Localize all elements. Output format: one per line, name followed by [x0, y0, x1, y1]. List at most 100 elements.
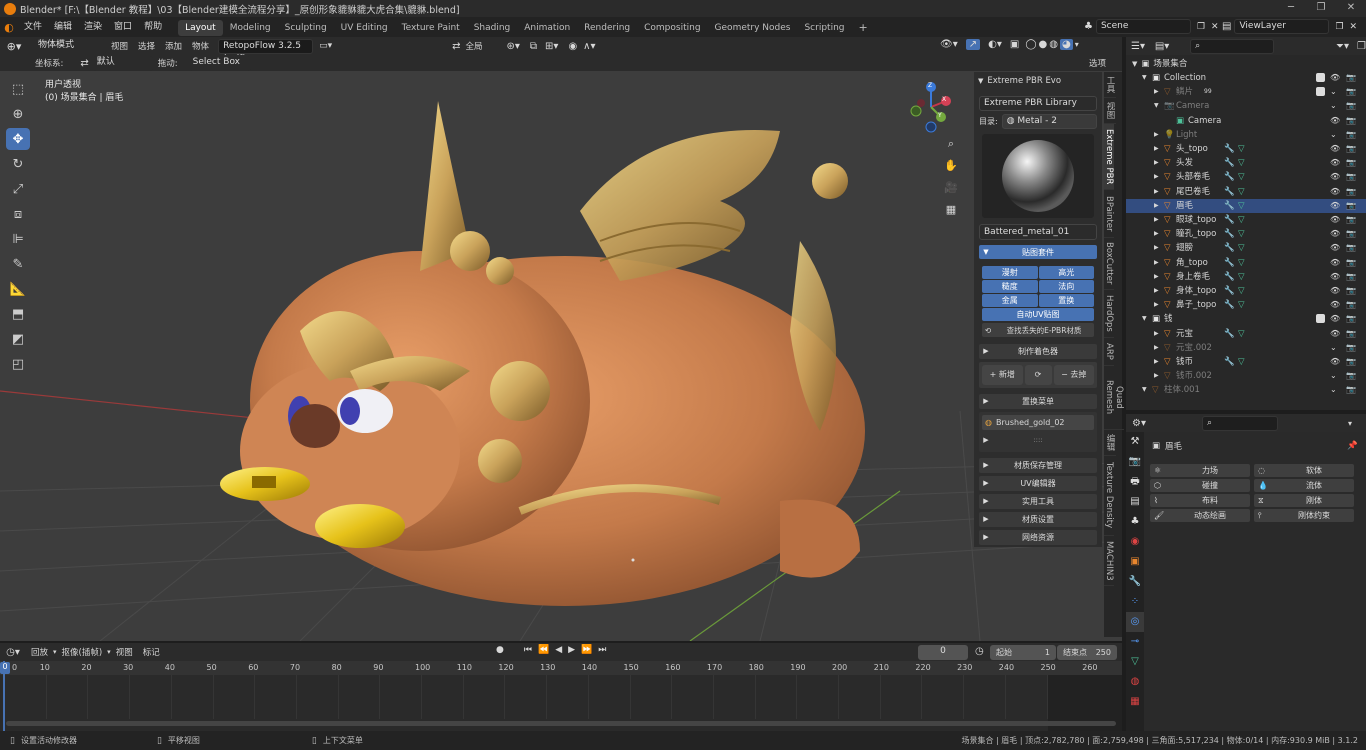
- playhead-frame[interactable]: 0: [0, 662, 10, 674]
- render-camera-icon[interactable]: 📷: [1346, 256, 1356, 270]
- menu-file[interactable]: 文件: [18, 17, 48, 37]
- expand-arrow-icon[interactable]: ▶: [1154, 213, 1159, 227]
- outliner-search[interactable]: ⌕: [1190, 38, 1274, 54]
- texture-props-icon[interactable]: ▦: [1126, 692, 1144, 712]
- annotate-tool[interactable]: ✎: [6, 253, 30, 275]
- outliner-row[interactable]: ▶ ▽ 翅膀 🔧 ▽ 👁 📷: [1126, 241, 1366, 255]
- pixiu-model[interactable]: [220, 101, 865, 606]
- expand-arrow-icon[interactable]: ▶: [1154, 227, 1159, 241]
- render-camera-icon[interactable]: 📷: [1346, 185, 1356, 199]
- roughness-button[interactable]: 糙度: [982, 280, 1038, 293]
- scene-selector[interactable]: ♣ Scene ❐ ✕: [1084, 19, 1219, 34]
- eye-icon[interactable]: ⌄: [1330, 383, 1337, 397]
- modifier-icon[interactable]: 🔧: [1224, 298, 1235, 312]
- eye-icon[interactable]: 👁: [1330, 142, 1340, 156]
- filter-icon[interactable]: ⏷▾: [1336, 41, 1349, 52]
- physics-props-icon[interactable]: ◎: [1126, 612, 1144, 632]
- menu-edit[interactable]: 编辑: [48, 17, 78, 37]
- render-camera-icon[interactable]: 📷: [1346, 71, 1356, 85]
- eye-icon[interactable]: 👁: [1330, 213, 1340, 227]
- scene-props-icon[interactable]: ♣: [1126, 512, 1144, 532]
- view-layer-selector[interactable]: ▤ ViewLayer ❐ ✕: [1222, 19, 1357, 34]
- hardops-tool[interactable]: ◰: [6, 353, 30, 375]
- snap-icon[interactable]: ⧉: [530, 41, 537, 52]
- menu-window[interactable]: 窗口: [108, 17, 138, 37]
- outliner-editor-icon[interactable]: ☰▾: [1126, 41, 1150, 52]
- jump-end-icon[interactable]: ⏭: [598, 645, 606, 655]
- select-box-tool[interactable]: ⬚: [6, 78, 30, 100]
- menu-render[interactable]: 渲染: [78, 17, 108, 37]
- outliner-row[interactable]: ▶ 💡 Light ⌄ 📷: [1126, 128, 1366, 142]
- constraints-props-icon[interactable]: ⊸: [1126, 632, 1144, 652]
- mode-selector[interactable]: 物体模式: [34, 38, 106, 54]
- outliner-row[interactable]: ▶ ▽ 身体_topo 🔧 ▽ 👁 📷: [1126, 284, 1366, 298]
- menu-add[interactable]: 添加: [160, 40, 187, 52]
- menu-select[interactable]: 选择: [133, 40, 160, 52]
- render-camera-icon[interactable]: 📷: [1346, 355, 1356, 369]
- transform-orientation[interactable]: 全局: [460, 40, 500, 52]
- outliner-root[interactable]: ▼ ▣ 场景集合: [1126, 57, 1366, 71]
- render-camera-icon[interactable]: 📷: [1346, 327, 1356, 341]
- mesh-data-icon[interactable]: ▽: [1238, 241, 1245, 255]
- start-frame-field[interactable]: 起始 1: [990, 645, 1056, 660]
- clock-editor-icon[interactable]: ◷▾: [0, 647, 26, 658]
- outliner-row[interactable]: ▶ ▽ 眼球_topo 🔧 ▽ 👁 📷: [1126, 213, 1366, 227]
- tab-animation[interactable]: Animation: [517, 20, 577, 36]
- displacement-button[interactable]: 置换: [1038, 294, 1094, 307]
- render-camera-icon[interactable]: 📷: [1346, 142, 1356, 156]
- expand-arrow-icon[interactable]: ▶: [1154, 270, 1159, 284]
- mesh-data-icon[interactable]: ▽: [1238, 284, 1245, 298]
- eye-icon[interactable]: 👁: [1330, 355, 1340, 369]
- tab-modeling[interactable]: Modeling: [223, 20, 278, 36]
- expand-arrow-icon[interactable]: ▶: [1154, 142, 1159, 156]
- rendered-shading-icon[interactable]: ◕: [1059, 39, 1073, 50]
- auto-uv-button[interactable]: 自动UV贴图: [982, 308, 1094, 321]
- particles-props-icon[interactable]: ⁘: [1126, 592, 1144, 612]
- replace-menu-section[interactable]: ▶ 置换菜单: [979, 394, 1097, 409]
- current-frame-field[interactable]: 0: [918, 645, 968, 660]
- cursor-tool[interactable]: ⊕: [6, 103, 30, 125]
- add-workspace-button[interactable]: +: [852, 20, 875, 36]
- exclude-checkbox[interactable]: [1316, 73, 1325, 82]
- wireframe-shading-icon[interactable]: ◯: [1025, 39, 1036, 50]
- menu-marker[interactable]: 标记: [138, 646, 165, 658]
- specular-button[interactable]: 高光: [1038, 266, 1094, 279]
- outliner-row[interactable]: ▶ ▽ 头发 🔧 ▽ 👁 📷: [1126, 156, 1366, 170]
- outliner-row[interactable]: ▶ ▽ 元宝 🔧 ▽ 👁 📷: [1126, 327, 1366, 341]
- eye-icon[interactable]: ⌄: [1330, 99, 1337, 113]
- tab-layout[interactable]: Layout: [178, 20, 223, 36]
- eye-icon[interactable]: 👁: [1330, 241, 1340, 255]
- eye-icon[interactable]: 👁: [1330, 170, 1340, 184]
- expand-arrow-icon[interactable]: ▼: [1142, 71, 1147, 85]
- render-camera-icon[interactable]: 📷: [1346, 369, 1356, 383]
- material-shading-icon[interactable]: ◍: [1049, 39, 1058, 50]
- eye-icon[interactable]: ⌄: [1330, 85, 1337, 99]
- minimize-button[interactable]: ─: [1276, 0, 1306, 17]
- eye-icon[interactable]: 👁: [1330, 185, 1340, 199]
- options-menu[interactable]: 选项: [1084, 57, 1111, 69]
- move-tool[interactable]: ✥: [6, 128, 30, 150]
- overlay-toggle-icon[interactable]: ◐▾: [988, 39, 1002, 50]
- mesh-data-icon[interactable]: ▽: [1238, 355, 1245, 369]
- measure-tool[interactable]: 📐: [6, 278, 30, 300]
- mesh-data-icon[interactable]: ▽: [1238, 185, 1245, 199]
- boxcutter-tool[interactable]: ◩: [6, 328, 30, 350]
- tab-texture-density[interactable]: Texture Density: [1104, 456, 1114, 536]
- proportional-edit-icon[interactable]: ◉: [568, 41, 577, 52]
- outliner-row[interactable]: ▼ ▣ 钱 👁 📷: [1126, 312, 1366, 326]
- menu-view[interactable]: 视图: [106, 40, 133, 52]
- modifier-icon[interactable]: 🔧: [1224, 227, 1235, 241]
- render-camera-icon[interactable]: 📷: [1346, 128, 1356, 142]
- modifier-icon[interactable]: 🔧: [1224, 241, 1235, 255]
- refresh-slot-button[interactable]: ⟳: [1024, 365, 1052, 385]
- material-name-field[interactable]: Battered_metal_01: [979, 224, 1097, 240]
- eye-icon[interactable]: 👁: [1330, 114, 1340, 128]
- material-save-section[interactable]: ▶ 材质保存管理: [979, 458, 1097, 473]
- modifier-icon[interactable]: 🔧: [1224, 170, 1235, 184]
- rigid-body-constraint-button[interactable]: ⫯ 刚体约束: [1254, 509, 1354, 522]
- mesh-data-icon[interactable]: ▽: [1238, 156, 1245, 170]
- blender-menu-icon[interactable]: ◐: [0, 21, 18, 34]
- modifier-icon[interactable]: 🔧: [1224, 327, 1235, 341]
- collision-button[interactable]: ⬡ 碰撞: [1150, 479, 1250, 492]
- outliner-row[interactable]: ▶ ▽ 元宝.002 ⌄ 📷: [1126, 341, 1366, 355]
